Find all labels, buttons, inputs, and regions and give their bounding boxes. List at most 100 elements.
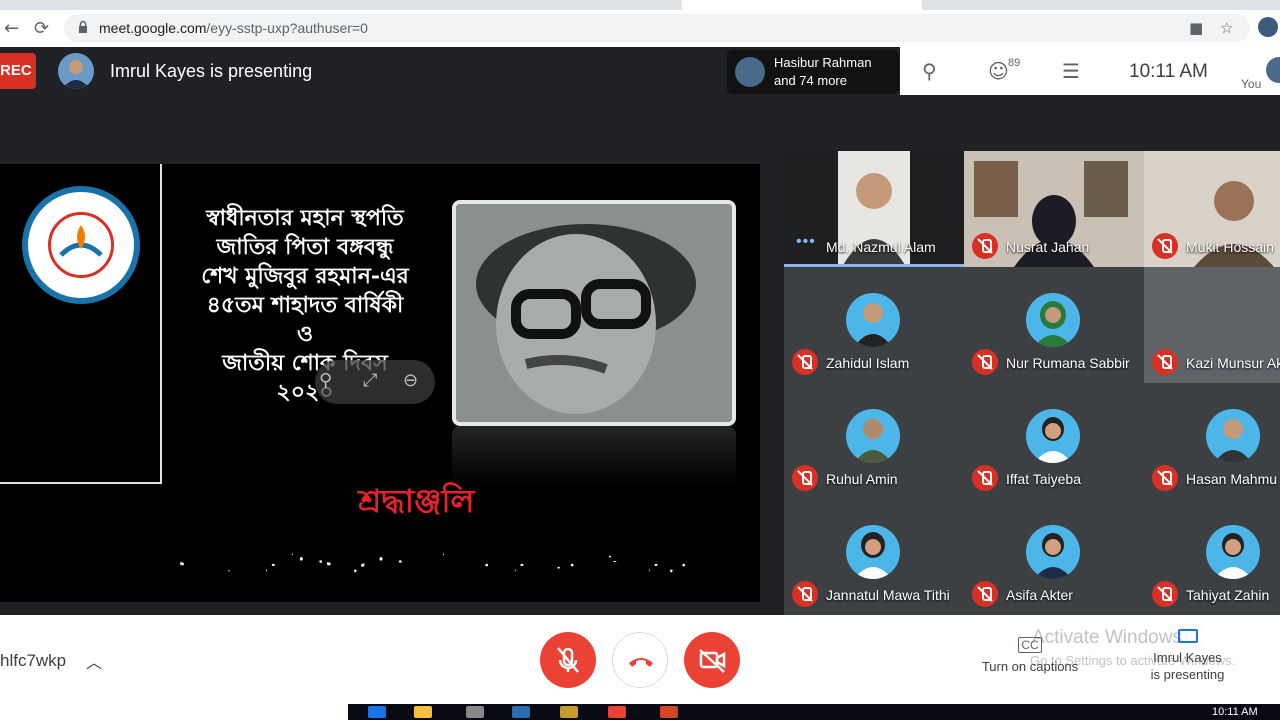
participant-tile[interactable]: Tahiyat Zahin bbox=[1144, 499, 1280, 615]
camera-toggle-button[interactable] bbox=[684, 632, 740, 688]
back-arrow-icon[interactable]: ← bbox=[4, 18, 19, 39]
participant-tile[interactable]: Jannatul Mawa Tithi bbox=[784, 499, 964, 615]
logo-emblem bbox=[48, 212, 114, 278]
camera-off-icon bbox=[699, 649, 726, 673]
self-avatar[interactable] bbox=[1266, 57, 1280, 83]
participant-name: Mukit Hossain bbox=[1186, 239, 1274, 255]
speaking-indicator-icon: ••• bbox=[796, 233, 816, 250]
host-controls-icon[interactable]: ⚲ bbox=[922, 59, 937, 83]
participant-name: Tahiyat Zahin bbox=[1186, 587, 1270, 603]
present-line-1: Imrul Kayes bbox=[1153, 650, 1222, 665]
lock-icon bbox=[79, 20, 87, 33]
mic-off-icon bbox=[972, 349, 998, 375]
mic-off-icon bbox=[1152, 465, 1178, 491]
captions-button[interactable]: CC Turn on captions bbox=[972, 637, 1088, 674]
chevron-up-icon[interactable]: ︿ bbox=[86, 649, 102, 673]
taskbar-clock: 10:11 AM bbox=[1212, 706, 1258, 718]
edge-icon[interactable] bbox=[368, 706, 386, 718]
mic-off-icon bbox=[792, 465, 818, 491]
present-button[interactable]: Imrul Kayes is presenting bbox=[1140, 629, 1235, 683]
participant-name: Nur Rumana Sabbir bbox=[1006, 355, 1130, 371]
bookmark-star-icon[interactable]: ☆ bbox=[1220, 19, 1233, 37]
hang-up-icon bbox=[629, 658, 653, 667]
tab-strip bbox=[0, 0, 1280, 10]
school-logo bbox=[22, 186, 140, 304]
mic-off-icon bbox=[1152, 233, 1178, 259]
address-bar[interactable]: meet.google.com/eyy-sstp-uxp?authuser=0 … bbox=[64, 14, 1250, 42]
mic-off-icon bbox=[557, 647, 579, 673]
joiner-avatar bbox=[735, 57, 765, 87]
participant-tile[interactable]: Ruhul Amin bbox=[784, 383, 964, 499]
mic-off-icon bbox=[1152, 581, 1178, 607]
mic-off-icon bbox=[972, 465, 998, 491]
participant-avatar bbox=[1026, 293, 1080, 347]
recording-badge: REC bbox=[0, 53, 36, 89]
chat-icon[interactable]: ☰ bbox=[1062, 59, 1080, 83]
participant-tile[interactable]: Hasan Mahmu bbox=[1144, 383, 1280, 499]
participant-name: Iffat Taiyeba bbox=[1006, 471, 1081, 487]
url-text: meet.google.com/eyy-sstp-uxp?authuser=0 bbox=[99, 20, 368, 36]
meet-header: REC Imrul Kayes is presenting Hasibur Ra… bbox=[0, 47, 1280, 151]
active-tab[interactable] bbox=[682, 0, 922, 10]
mail-icon[interactable] bbox=[512, 706, 530, 718]
meet-top-right-panel: ⚲ ☺ 89 ☰ 10:11 AM You bbox=[900, 47, 1280, 95]
participant-avatar bbox=[846, 293, 900, 347]
title-line: ৪৫তম শাহাদত বার্ষিকী bbox=[206, 292, 404, 318]
participant-tile[interactable]: Kazi Munsur Ak bbox=[1144, 267, 1280, 383]
title-line: জাতির পিতা বঙ্গবন্ধু bbox=[216, 234, 394, 260]
participant-avatar bbox=[846, 525, 900, 579]
presentation-overlay-controls[interactable]: ⚲ ⤢ ⊖ bbox=[315, 360, 435, 404]
participant-avatar bbox=[846, 409, 900, 463]
participant-tile[interactable]: Asifa Akter bbox=[964, 499, 1144, 615]
participant-tile[interactable]: Zahidul Islam bbox=[784, 267, 964, 383]
presenting-label: Imrul Kayes is presenting bbox=[110, 61, 313, 81]
participant-name: Asifa Akter bbox=[1006, 587, 1073, 603]
presenter-avatar bbox=[58, 53, 94, 89]
participant-avatar bbox=[1206, 409, 1260, 463]
profile-avatar[interactable] bbox=[1258, 17, 1278, 37]
title-line: ও bbox=[296, 321, 314, 347]
captions-label: Turn on captions bbox=[981, 659, 1079, 674]
participant-tile[interactable]: Nusrat Jahan bbox=[964, 151, 1144, 267]
participant-name: Jannatul Mawa Tithi bbox=[826, 587, 950, 603]
participant-name: Ruhul Amin bbox=[826, 471, 898, 487]
slide-ribbon bbox=[0, 164, 162, 484]
fullscreen-icon[interactable]: ⤢ bbox=[363, 370, 377, 391]
taskbar-search[interactable] bbox=[0, 704, 348, 720]
participant-tile[interactable]: Mukit Hossain bbox=[1144, 151, 1280, 267]
mic-toggle-button[interactable] bbox=[540, 632, 596, 688]
participant-name: Kazi Munsur Ak bbox=[1186, 355, 1280, 371]
participant-grid: ••• Md. Nazmul Alam Nusrat Jahan Mukit H… bbox=[784, 151, 1280, 615]
pin-icon[interactable]: ⚲ bbox=[319, 370, 332, 391]
meet-control-bar: hlfc7wkp ︿ Activate Windows Go to Settin… bbox=[0, 615, 1280, 704]
store-icon[interactable] bbox=[466, 706, 484, 718]
mic-off-icon bbox=[792, 349, 818, 375]
participant-tile[interactable]: ••• Md. Nazmul Alam bbox=[784, 151, 964, 267]
you-label: You bbox=[1241, 77, 1262, 91]
mic-off-icon bbox=[792, 581, 818, 607]
meeting-code[interactable]: hlfc7wkp bbox=[0, 651, 66, 671]
reload-icon[interactable]: ⟳ bbox=[34, 18, 49, 39]
powerpoint-icon[interactable] bbox=[660, 706, 678, 718]
participant-avatar bbox=[1026, 525, 1080, 579]
present-line-2: is presenting bbox=[1150, 667, 1225, 682]
mic-off-icon bbox=[972, 581, 998, 607]
participant-tile[interactable]: Iffat Taiyeba bbox=[964, 383, 1144, 499]
leave-call-button[interactable] bbox=[612, 632, 668, 688]
joiner-more: and 74 more bbox=[774, 73, 847, 88]
minimize-icon[interactable]: ⊖ bbox=[403, 370, 418, 391]
presentation-view: স্বাধীনতার মহান স্থপতি জাতির পিতা বঙ্গবন… bbox=[0, 164, 760, 602]
participant-name: Nusrat Jahan bbox=[1006, 239, 1090, 255]
camera-blocked-icon[interactable]: ■ bbox=[1189, 19, 1203, 37]
file-explorer-icon[interactable] bbox=[414, 706, 432, 718]
participant-tile[interactable]: Nur Rumana Sabbir bbox=[964, 267, 1144, 383]
captions-icon: CC bbox=[1018, 637, 1042, 653]
people-icon[interactable]: ☺ bbox=[988, 59, 1009, 83]
app-icon[interactable] bbox=[560, 706, 578, 718]
chrome-icon[interactable] bbox=[608, 706, 626, 718]
title-line: স্বাধীনতার মহান স্থপতি bbox=[206, 205, 404, 231]
browser-toolbar: ← ⟳ meet.google.com/eyy-sstp-uxp?authuse… bbox=[0, 0, 1280, 47]
participant-avatar bbox=[1026, 409, 1080, 463]
recent-joiners-chip[interactable]: Hasibur Rahman and 74 more bbox=[727, 50, 899, 94]
mic-off-icon bbox=[972, 233, 998, 259]
